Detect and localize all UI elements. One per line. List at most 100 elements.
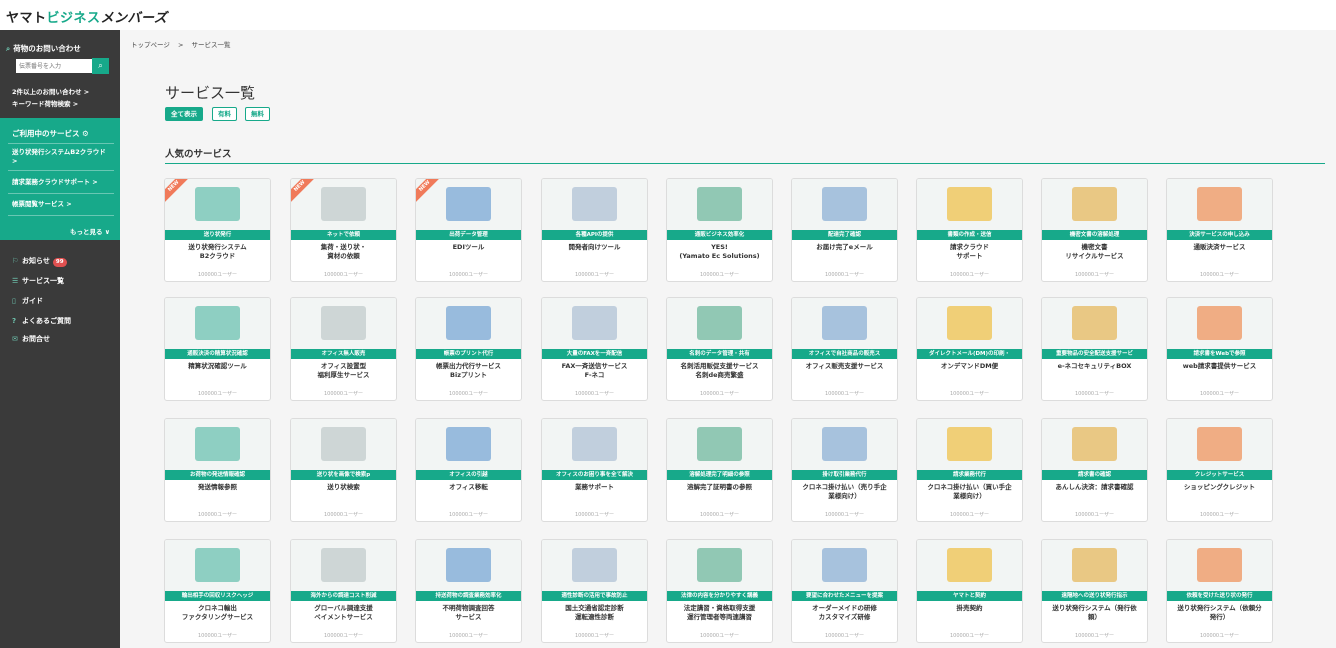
illustration-shape [1072, 548, 1117, 582]
service-illustration [667, 419, 772, 470]
breadcrumb-bar [120, 30, 1336, 54]
section-divider [165, 163, 1325, 164]
user-count: 100000ユーザー [449, 633, 488, 639]
user-count: 100000ユーザー [198, 391, 237, 397]
service-illustration [542, 298, 647, 349]
service-card[interactable]: 適性診断の活用で事故防止 国土交通省認定診断 運転適性診断 100000ユーザー [541, 539, 648, 643]
gear-icon[interactable]: ⚙ [82, 129, 89, 138]
filter-all-button[interactable]: 全て表示 [165, 107, 203, 121]
service-illustration [917, 540, 1022, 591]
filter-free-button[interactable]: 無料 [245, 107, 270, 121]
service-category: 請求業務代行 [917, 470, 1022, 480]
service-name: 精算状況確認ツール [188, 362, 247, 370]
service-card[interactable]: 請求業務代行 クロネコ掛け払い（買い手企 業様向け） 100000ユーザー [916, 418, 1023, 522]
service-card[interactable]: オフィス無人販売 オフィス設置型 福利厚生サービス 100000ユーザー [290, 297, 397, 401]
service-name: クロネコ輸出 ファクタリングサービス [181, 604, 254, 621]
service-card[interactable]: 決済サービスの申し込み 通販決済サービス 100000ユーザー [1166, 178, 1273, 282]
service-illustration [542, 179, 647, 230]
service-card[interactable]: 海外からの調達コスト削減 グローバル調達支援 ペイメントサービス 100000ユーザ… [290, 539, 397, 643]
service-card[interactable]: ヤマトと契約 掛売契約 100000ユーザー [916, 539, 1023, 643]
user-count: 100000ユーザー [950, 391, 989, 397]
tracking-search-button[interactable]: ⌕ [92, 58, 109, 74]
show-more-link[interactable]: もっと見る ∨ [70, 226, 110, 236]
keyword-search-link[interactable]: キーワード荷物検索 > [12, 98, 78, 108]
service-card[interactable]: 依頼を受けた送り状の発行 送り状発行システム（依頼分 発行） 100000ユーザー [1166, 539, 1273, 643]
user-count: 100000ユーザー [1075, 272, 1114, 278]
service-card[interactable]: 重要物品の安全配送支援サービ e-ネコセキュリティBOX 100000ユーザー [1041, 297, 1148, 401]
logo-text-business: ビジネス [46, 11, 101, 26]
nav-guide[interactable]: ▯ ガイド [12, 296, 43, 306]
service-card[interactable]: オフィスの引越 オフィス移転 100000ユーザー [415, 418, 522, 522]
service-illustration [1167, 419, 1272, 470]
user-count: 100000ユーザー [324, 272, 363, 278]
nav-contact[interactable]: ✉ お問合せ [12, 334, 50, 344]
nav-faq[interactable]: ? よくあるご質問 [12, 316, 71, 326]
service-card[interactable]: クレジットサービス ショッピングクレジット 100000ユーザー [1166, 418, 1273, 522]
nav-service-list[interactable]: ☰ サービス一覧 [12, 276, 64, 286]
using-services-title: ご利用中のサービス ⚙ [12, 128, 89, 139]
logo[interactable]: ヤマトビジネスメンバーズ [6, 7, 167, 26]
nav-guide-label: ガイド [22, 297, 43, 305]
service-card[interactable]: 機密文書の溶解処理 機密文書 リサイクルサービス 100000ユーザー [1041, 178, 1148, 282]
breadcrumb-home[interactable]: トップページ [131, 41, 170, 49]
user-count: 100000ユーザー [575, 272, 614, 278]
user-count: 100000ユーザー [825, 512, 864, 518]
user-count: 100000ユーザー [950, 512, 989, 518]
service-card[interactable]: 遠隔地への送り状発行指示 送り状発行システム（発行依 頼） 100000ユーザー [1041, 539, 1148, 643]
service-card[interactable]: 各種APIの提供 開発者向けツール 100000ユーザー [541, 178, 648, 282]
service-illustration [291, 179, 396, 230]
service-category: オフィス無人販売 [291, 349, 396, 359]
service-card[interactable]: 送り状を画像で検索p 送り状検索 100000ユーザー [290, 418, 397, 522]
user-count: 100000ユーザー [700, 391, 739, 397]
illustration-shape [1072, 306, 1117, 340]
service-illustration [416, 419, 521, 470]
service-category: 機密文書の溶解処理 [1042, 230, 1147, 240]
user-count: 100000ユーザー [575, 391, 614, 397]
service-name: YES! (Yamato Ec Solutions) [679, 243, 760, 260]
tracking-search-label: 荷物のお問い合わせ [13, 44, 81, 53]
user-count: 100000ユーザー [1075, 512, 1114, 518]
service-card[interactable]: 通販決済の精算状況確認 精算状況確認ツール 100000ユーザー [164, 297, 271, 401]
service-name: 帳票出力代行サービス Bizプリント [436, 362, 501, 379]
multi-inquiry-link[interactable]: 2件以上のお問い合わせ > [12, 86, 89, 96]
service-category: 出荷データ管理 [416, 230, 521, 240]
service-card[interactable]: 法律の内容を分かりやすく講義 法定講習・資格取得支援 運行管理者等両連講習 1000… [666, 539, 773, 643]
illustration-shape [572, 427, 617, 461]
service-category: 要望に合わせたメニューを提案 [792, 591, 897, 601]
service-illustration [792, 298, 897, 349]
service-name: 国土交通省認定診断 運転適性診断 [565, 604, 624, 621]
service-card[interactable]: 名刺のデータ管理・共有 名刺活用販促支援サービス 名刺de商売繁盛 100000ユー… [666, 297, 773, 401]
using-service-billing[interactable]: 請求業務クラウドサポート > [12, 178, 112, 187]
service-illustration [792, 419, 897, 470]
service-card[interactable]: 通販ビジネス効率化 YES! (Yamato Ec Solutions) 10000… [666, 178, 773, 282]
service-card[interactable]: 書類の作成・送信 請求クラウド サポート 100000ユーザー [916, 178, 1023, 282]
service-category: 持送荷物の調査業務効率化 [416, 591, 521, 601]
service-card[interactable]: 請求書の確認 あんしん決済：請求書確認 100000ユーザー [1041, 418, 1148, 522]
service-card[interactable]: 溶解処理完了明細の参照 溶解完了証明書の参照 100000ユーザー [666, 418, 773, 522]
service-card[interactable]: NEW 送り状発行 送り状発行システム B2クラウド 100000ユーザー [164, 178, 271, 282]
service-illustration [1042, 298, 1147, 349]
nav-service-list-label: サービス一覧 [22, 277, 64, 285]
service-card[interactable]: 帳票のプリント代行 帳票出力代行サービス Bizプリント 100000ユーザー [415, 297, 522, 401]
service-card[interactable]: NEW ネットで依頼 集荷・送り状・ 資材の依頼 100000ユーザー [290, 178, 397, 282]
user-count: 100000ユーザー [1200, 272, 1239, 278]
service-card[interactable]: オフィスで自社商品の販売ス オフィス販売支援サービス 100000ユーザー [791, 297, 898, 401]
user-count: 100000ユーザー [1075, 633, 1114, 639]
service-card[interactable]: 配達完了確認 お届け完了eメール 100000ユーザー [791, 178, 898, 282]
service-card[interactable]: 輸出相手の回収リスクヘッジ クロネコ輸出 ファクタリングサービス 100000ユーザ… [164, 539, 271, 643]
service-card[interactable]: オフィスのお困り事を全て解決 業務サポート 100000ユーザー [541, 418, 648, 522]
service-card[interactable]: 大量のFAXを一斉配信 FAX一斉送信サービス F-ネコ 100000ユーザー [541, 297, 648, 401]
filter-paid-button[interactable]: 有料 [212, 107, 237, 121]
service-card[interactable]: NEW 出荷データ管理 EDIツール 100000ユーザー [415, 178, 522, 282]
using-service-forms[interactable]: 帳票閲覧サービス > [12, 200, 112, 209]
using-service-b2cloud[interactable]: 送り状発行システムB2クラウド > [12, 148, 112, 166]
service-card[interactable]: 請求書をWebで参照 web請求書提供サービス 100000ユーザー [1166, 297, 1273, 401]
service-card[interactable]: ダイレクトメール(DM)の印刷・ オンデマンドDM便 100000ユーザー [916, 297, 1023, 401]
service-card[interactable]: 掛け取引業務代行 クロネコ掛け払い（売り手企 業様向け） 100000ユーザー [791, 418, 898, 522]
tracking-number-input[interactable] [16, 59, 92, 73]
nav-news[interactable]: ⚐ お知らせ 99 [12, 256, 67, 267]
service-card[interactable]: 要望に合わせたメニューを提案 オーダーメイドの研修 カスタマイズ研修 100000ユ… [791, 539, 898, 643]
service-card[interactable]: お荷物の発送情報確認 発送情報参照 100000ユーザー [164, 418, 271, 522]
service-card[interactable]: 持送荷物の調査業務効率化 不明荷物調査回答 サービス 100000ユーザー [415, 539, 522, 643]
illustration-shape [947, 306, 992, 340]
